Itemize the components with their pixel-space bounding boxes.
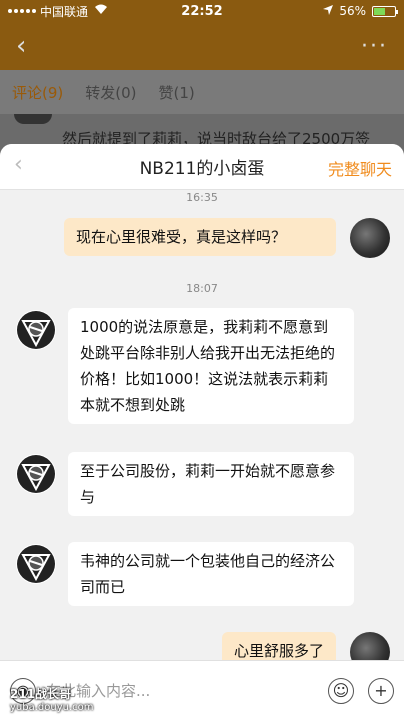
tab-likes[interactable]: 赞(1) <box>159 82 195 103</box>
tab-comments[interactable]: 评论(9) <box>12 82 63 103</box>
message-bubble-incoming: 至于公司股份，莉莉一开始就不愿意参与 <box>68 452 354 516</box>
location-icon <box>323 4 334 18</box>
watermark-url: yuba.douyu.com <box>10 702 94 713</box>
chevron-left-icon[interactable]: ‹ <box>14 152 23 177</box>
battery-icon <box>372 5 398 17</box>
chat-sheet: ‹ NB211的小卤蛋 完整聊天 16:35 现在心里很难受，真是这样吗？ 18… <box>0 144 404 720</box>
chat-header: ‹ NB211的小卤蛋 完整聊天 <box>0 144 404 190</box>
background-avatar <box>14 114 52 124</box>
status-bar: 中国联通 22:52 56% <box>0 0 404 22</box>
wifi-icon <box>94 4 108 18</box>
plus-icon[interactable]: + <box>368 677 394 704</box>
emoji-icon[interactable]: ☺ <box>328 677 354 704</box>
message-bubble-incoming: 1000的说法原意是，我莉莉不愿意到处跳平台除非别人给我开出无法拒绝的价格！比如… <box>68 308 354 424</box>
watermark: 211战长哥 yuba.douyu.com <box>10 688 94 714</box>
message-bubble-incoming: 韦神的公司就一个包装他自己的经济公司而已 <box>68 542 354 606</box>
timestamp: 18:07 <box>186 282 218 295</box>
app-header: ‹ ··· <box>0 22 404 70</box>
tab-reposts[interactable]: 转发(0) <box>85 82 136 103</box>
avatar[interactable] <box>350 218 390 258</box>
avatar[interactable] <box>16 544 56 584</box>
watermark-name: 211战长哥 <box>10 687 72 701</box>
full-chat-button[interactable]: 完整聊天 <box>328 156 392 180</box>
timestamp: 16:35 <box>186 191 218 204</box>
signal-icon <box>8 9 36 13</box>
chat-title: NB211的小卤蛋 <box>139 159 265 179</box>
app-tabs: 评论(9) 转发(0) 赞(1) <box>0 70 404 114</box>
battery-percent: 56% <box>339 4 366 18</box>
avatar[interactable] <box>16 454 56 494</box>
carrier-label: 中国联通 <box>40 4 89 19</box>
message-bubble-outgoing: 现在心里很难受，真是这样吗？ <box>64 218 336 256</box>
avatar[interactable] <box>16 310 56 350</box>
back-icon[interactable]: ‹ <box>16 31 26 61</box>
more-icon[interactable]: ··· <box>361 34 388 59</box>
